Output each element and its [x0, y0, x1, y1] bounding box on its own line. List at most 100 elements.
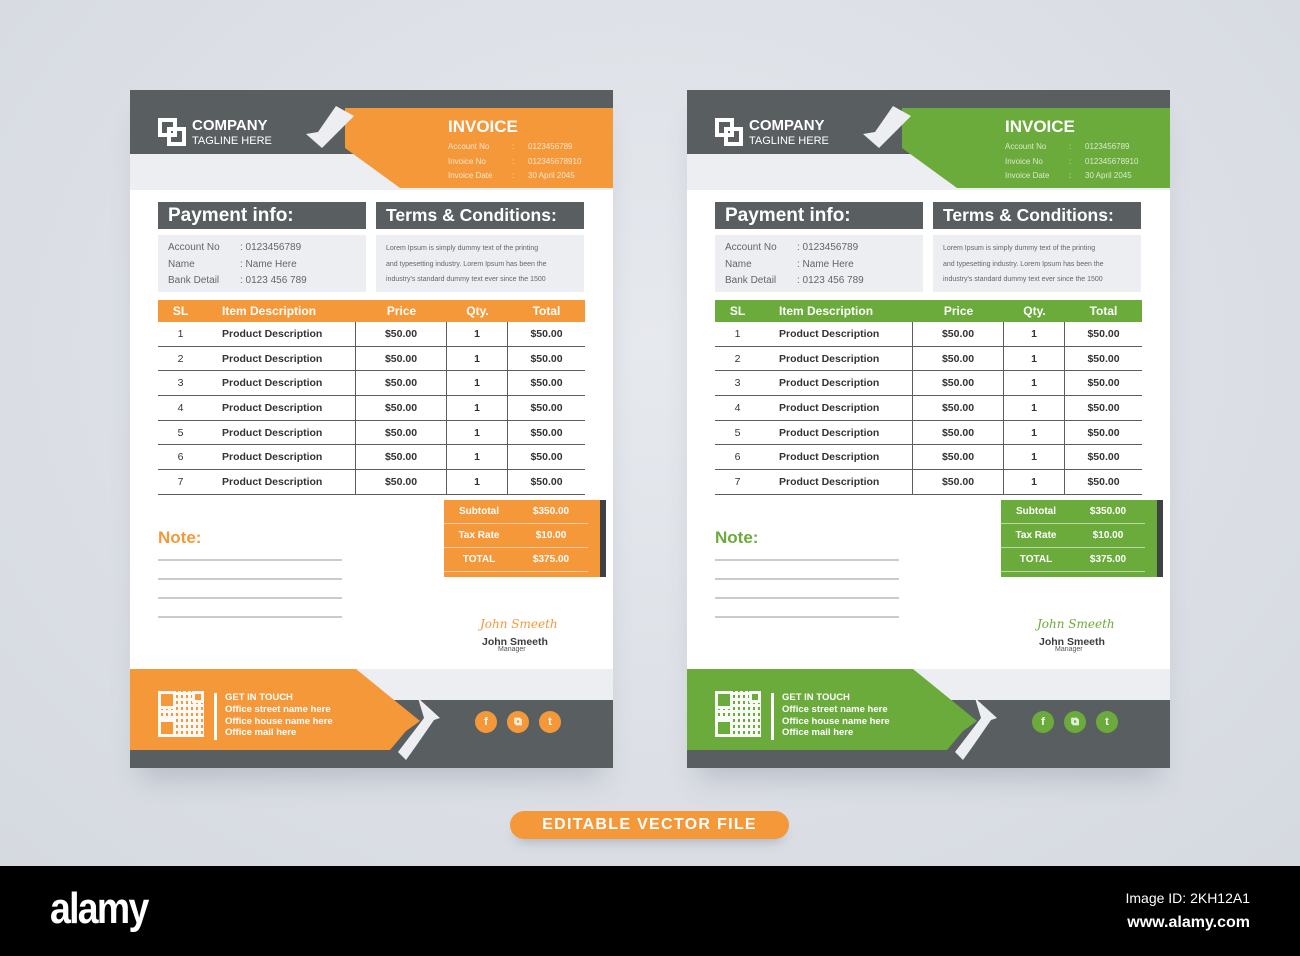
subtotal-row: Subtotal $350.00 [1001, 500, 1145, 524]
cell-qty: 1 [1004, 346, 1065, 371]
items-table: SL Item Description Price Qty. Total 1 Pr… [158, 300, 585, 495]
cell-desc: Product Description [760, 470, 913, 494]
cell-total: $50.00 [1087, 352, 1120, 365]
cell-qty: 1 [1004, 322, 1065, 346]
cell-qty: 1 [1004, 420, 1065, 445]
payment-info-box: Account No: 0123456789 Name: Name Here B… [158, 235, 366, 292]
cell-price: $50.00 [913, 396, 1004, 420]
cell-sl: 4 [177, 402, 184, 415]
tax-row: Tax Rate $10.00 [1001, 524, 1145, 548]
note-line [158, 559, 342, 561]
tumblr-icon[interactable]: t [539, 711, 561, 733]
site-url[interactable]: www.alamy.com [1127, 914, 1250, 932]
invoice-meta: Account No:0123456789 Invoice No:0123456… [1005, 140, 1138, 184]
terms-title: Terms & Conditions: [933, 202, 1141, 229]
table-row: 3 Product Description $50.00 1 $50.00 [158, 371, 585, 397]
cell-total: $50.00 [530, 377, 563, 390]
cell-desc: Product Description [203, 420, 356, 445]
cell-sl: 2 [734, 352, 741, 365]
cell-desc: Product Description [203, 445, 356, 470]
qr-code-icon [158, 691, 204, 737]
table-header: SL Item Description Price Qty. Total [715, 300, 1142, 322]
cell-price: $50.00 [356, 396, 447, 420]
signature-script: John Smeeth [1037, 617, 1115, 631]
facebook-icon[interactable]: f [475, 711, 497, 733]
note-line [715, 597, 899, 599]
grand-total-row: TOTAL $375.00 [444, 548, 588, 572]
invoice-card-orange: COMPANY TAGLINE HERE INVOICE Account No:… [130, 90, 613, 768]
instagram-icon[interactable]: ⧉ [507, 711, 529, 733]
table-row: 7 Product Description $50.00 1 $50.00 [715, 470, 1142, 495]
note-line [715, 559, 899, 561]
cell-sl: 7 [177, 476, 184, 489]
cell-qty: 1 [447, 445, 508, 470]
footer-divider [214, 693, 217, 740]
editable-vector-file-badge: EDITABLE VECTOR FILE [510, 811, 789, 839]
cell-desc: Product Description [203, 346, 356, 371]
company-logo-icon [158, 118, 188, 148]
instagram-icon[interactable]: ⧉ [1064, 711, 1086, 733]
cell-qty: 1 [447, 346, 508, 371]
contact-mail: Office mail here [225, 727, 297, 739]
cell-desc: Product Description [760, 445, 913, 470]
cell-sl: 2 [177, 352, 184, 365]
contact-house: Office house name here [782, 715, 890, 727]
cell-total: $50.00 [530, 352, 563, 365]
cell-sl: 6 [734, 451, 741, 464]
cell-qty: 1 [447, 322, 508, 346]
subtotal-row: Subtotal $350.00 [444, 500, 588, 524]
cell-sl: 6 [177, 451, 184, 464]
alamy-logo: alamy [50, 884, 149, 933]
company-name: COMPANY [192, 117, 268, 134]
cell-total: $50.00 [530, 328, 563, 340]
cell-desc: Product Description [760, 371, 913, 396]
tumblr-icon[interactable]: t [1096, 711, 1118, 733]
cell-qty: 1 [1004, 371, 1065, 396]
meta-row: Invoice Date:30 April 2045 [1005, 171, 1132, 180]
table-row: 7 Product Description $50.00 1 $50.00 [158, 470, 585, 495]
table-row: 4 Product Description $50.00 1 $50.00 [158, 396, 585, 421]
note-line [715, 616, 899, 618]
note-line [715, 578, 899, 580]
meta-row: Invoice No:012345678910 [1005, 156, 1139, 166]
cell-price: $50.00 [913, 445, 1004, 470]
cell-price: $50.00 [356, 346, 447, 371]
cell-desc: Product Description [203, 396, 356, 420]
cell-sl: 3 [177, 377, 184, 390]
meta-row: Invoice No:012345678910 [448, 156, 582, 166]
cell-desc: Product Description [760, 396, 913, 420]
cell-total: $50.00 [1087, 377, 1120, 390]
cell-qty: 1 [447, 371, 508, 396]
footer-divider [771, 693, 774, 740]
table-row: 5 Product Description $50.00 1 $50.00 [158, 420, 585, 446]
signatory-role: Manager [1055, 646, 1083, 653]
qr-code-icon [715, 691, 761, 737]
cell-price: $50.00 [913, 322, 1004, 346]
table-row: 3 Product Description $50.00 1 $50.00 [715, 371, 1142, 397]
watermark-footer: alamy Image ID: 2KH12A1 www.alamy.com [0, 866, 1300, 956]
cell-price: $50.00 [356, 322, 447, 346]
cell-qty: 1 [447, 470, 508, 494]
contact-street: Office street name here [782, 703, 888, 715]
table-row: 5 Product Description $50.00 1 $50.00 [715, 420, 1142, 446]
table-row: 1 Product Description $50.00 1 $50.00 [715, 322, 1142, 347]
cell-total: $50.00 [1087, 426, 1120, 439]
company-logo-icon [715, 118, 745, 148]
table-row: 6 Product Description $50.00 1 $50.00 [158, 445, 585, 471]
cell-price: $50.00 [913, 420, 1004, 445]
image-id: Image ID: 2KH12A1 [1125, 890, 1250, 906]
cell-total: $50.00 [530, 402, 563, 415]
cell-qty: 1 [1004, 445, 1065, 470]
cell-total: $50.00 [530, 476, 563, 489]
contact-block: GET IN TOUCH Office street name here Off… [782, 692, 890, 739]
cell-desc: Product Description [203, 470, 356, 494]
contact-heading: GET IN TOUCH [782, 692, 850, 703]
meta-row: Account No:0123456789 [448, 142, 573, 151]
payment-info-title: Payment info: [158, 202, 366, 229]
meta-row: Account No:0123456789 [1005, 142, 1130, 151]
invoice-title: INVOICE [1005, 117, 1075, 136]
cell-sl: 4 [734, 402, 741, 415]
facebook-icon[interactable]: f [1032, 711, 1054, 733]
cell-sl: 7 [734, 476, 741, 489]
cell-total: $50.00 [1087, 476, 1120, 489]
